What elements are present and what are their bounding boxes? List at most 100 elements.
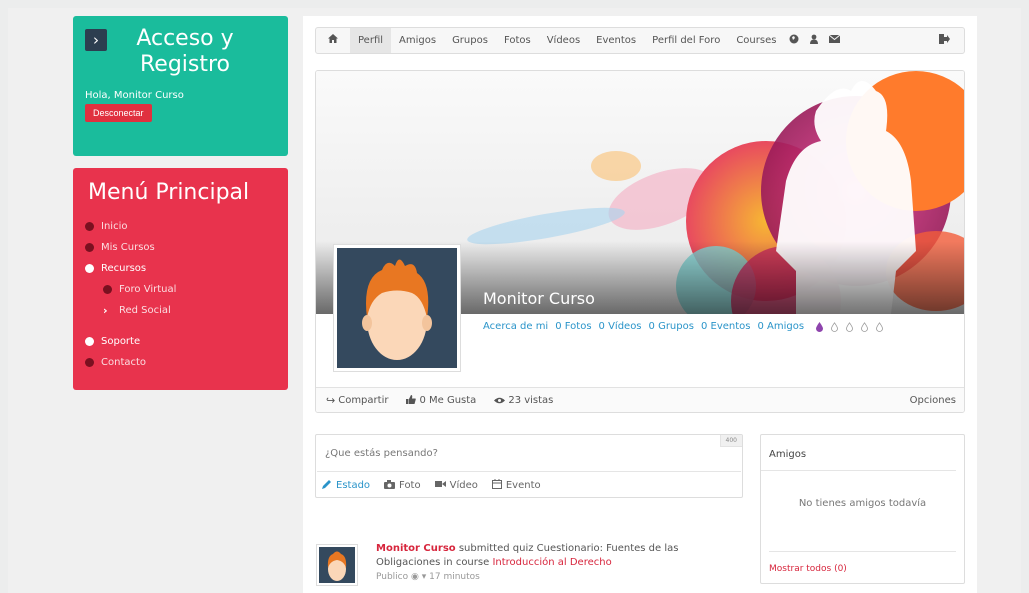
access-title: Acceso y Registro (136, 26, 234, 77)
tab-videos[interactable]: Vídeos (539, 28, 588, 53)
activity-author[interactable]: Monitor Curso (376, 543, 456, 554)
menu-item-inicio[interactable]: Inicio (85, 216, 276, 237)
drop-icon (861, 321, 868, 332)
tab-label: Evento (505, 480, 541, 491)
video-camera-icon (434, 480, 446, 491)
tab-eventos[interactable]: Eventos (588, 28, 644, 53)
views-label: 23 vistas (508, 395, 554, 406)
profile-nav: Perfil Amigos Grupos Fotos Vídeos Evento… (315, 27, 965, 54)
eye-icon (494, 394, 506, 407)
bullet-icon (103, 285, 112, 294)
activity-text: Monitor Curso submitted quiz Cuestionari… (376, 542, 736, 584)
main-menu-panel: Menú Principal Inicio Mis Cursos Recurso… (73, 168, 288, 390)
like-button[interactable]: 0 Me Gusta (406, 394, 476, 407)
tab-evento[interactable]: Evento (491, 479, 541, 492)
drop-icon (831, 321, 838, 332)
tab-estado[interactable]: Estado (322, 479, 370, 492)
tab-perfil-foro[interactable]: Perfil del Foro (644, 28, 728, 53)
tab-label: Vídeo (449, 480, 478, 491)
views-counter: 23 vistas (494, 394, 553, 407)
menu-item-label: Recursos (101, 263, 147, 274)
rating-drops (816, 321, 891, 332)
camera-icon (384, 479, 396, 492)
menu-item-label: Foro Virtual (119, 284, 177, 295)
drop-icon (876, 321, 883, 332)
privacy-label: Publico (376, 572, 409, 582)
tab-fotos[interactable]: Fotos (496, 28, 539, 53)
events-link[interactable]: 0 Eventos (701, 321, 751, 332)
share-bar: ↪ Compartir 0 Me Gusta 23 vistas Opcione… (316, 387, 964, 412)
bullet-icon (85, 243, 94, 252)
menu-item-label: Inicio (101, 221, 128, 232)
activity-avatar[interactable] (316, 544, 358, 586)
status-tabs: Estado Foto Vídeo Evento (316, 473, 555, 498)
menu-item-recursos[interactable]: Recursos (85, 258, 276, 279)
status-input[interactable]: ¿Que estás pensando? (317, 436, 741, 472)
activity-item: Monitor Curso submitted quiz Cuestionari… (315, 542, 743, 592)
logout-icon[interactable] (934, 34, 964, 47)
share-icon: ↪ (326, 394, 336, 407)
avatar-figure (362, 259, 432, 360)
tab-courses[interactable]: Courses (728, 28, 784, 53)
menu-item-label: Contacto (101, 357, 147, 368)
drop-icon (846, 321, 853, 332)
calendar-icon (491, 479, 502, 492)
tab-amigos[interactable]: Amigos (391, 28, 444, 53)
tab-grupos[interactable]: Grupos (444, 28, 496, 53)
greeting-text: Hola, Monitor Curso (85, 90, 184, 101)
photos-link[interactable]: 0 Fotos (555, 321, 591, 332)
time-label: 17 minutos (429, 572, 480, 582)
menu-item-foro-virtual[interactable]: Foro Virtual (85, 279, 276, 300)
drop-icon (816, 321, 824, 332)
profile-links: Acerca de mi 0 Fotos 0 Vídeos 0 Grupos 0… (483, 321, 891, 332)
tab-perfil[interactable]: Perfil (350, 28, 392, 53)
thumbs-up-icon (406, 394, 417, 407)
pencil-icon (322, 479, 332, 492)
envelope-icon[interactable] (824, 34, 845, 46)
tab-label: Foto (399, 480, 421, 491)
menu-item-label: Red Social (119, 305, 171, 316)
activity-course-link[interactable]: Introducción al Derecho (492, 557, 611, 568)
menu-item-red-social[interactable]: › Red Social (85, 300, 276, 321)
main-content: Perfil Amigos Grupos Fotos Vídeos Evento… (303, 16, 977, 593)
menu-item-label: Soporte (101, 336, 141, 347)
friends-empty-text: No tienes amigos todavía (798, 498, 927, 509)
bullet-icon (85, 358, 94, 367)
bullet-icon (85, 264, 94, 273)
likes-label: 0 Me Gusta (419, 395, 477, 406)
activity-meta: Publico ◉ ▾ 17 minutos (376, 570, 736, 584)
avatar[interactable] (333, 244, 461, 372)
status-composer: ¿Que estás pensando? 400 Estado Foto Víd… (315, 434, 743, 498)
user-icon[interactable] (804, 34, 824, 47)
about-link[interactable]: Acerca de mi (483, 321, 548, 332)
home-icon[interactable] (316, 28, 350, 53)
menu-item-soporte[interactable]: Soporte (85, 331, 276, 352)
globe-icon[interactable]: ◉ ▾ (411, 572, 426, 582)
logout-button[interactable]: Desconectar (85, 104, 152, 122)
friends-widget: Amigos No tienes amigos todavía Mostrar … (760, 434, 965, 584)
chevron-right-icon: › (103, 304, 108, 317)
groups-link[interactable]: 0 Grupos (649, 321, 694, 332)
access-panel: › Acceso y Registro Hola, Monitor Curso … (73, 16, 288, 156)
char-counter: 400 (719, 435, 742, 447)
options-button[interactable]: Opciones (910, 395, 956, 406)
globe-icon[interactable] (784, 34, 804, 47)
tab-foto[interactable]: Foto (384, 479, 421, 492)
chevron-right-icon: › (85, 29, 107, 51)
profile-card: Monitor Curso Acerca de mi 0 Fotos 0 Víd… (315, 70, 965, 413)
bullet-icon (85, 337, 94, 346)
friends-title: Amigos (761, 435, 956, 471)
menu-item-contacto[interactable]: Contacto (85, 352, 276, 373)
menu-item-mis-cursos[interactable]: Mis Cursos (85, 237, 276, 258)
menu-item-label: Mis Cursos (101, 242, 155, 253)
profile-name: Monitor Curso (483, 289, 595, 308)
videos-link[interactable]: 0 Vídeos (599, 321, 642, 332)
menu-title: Menú Principal (88, 180, 250, 205)
bullet-icon (85, 222, 94, 231)
tab-label: Estado (336, 480, 371, 491)
friends-link[interactable]: 0 Amigos (757, 321, 804, 332)
share-label: Compartir (338, 395, 389, 406)
tab-video[interactable]: Vídeo (434, 480, 478, 491)
share-button[interactable]: ↪ Compartir (326, 394, 388, 407)
show-all-friends-link[interactable]: Mostrar todos (0) (769, 551, 956, 574)
